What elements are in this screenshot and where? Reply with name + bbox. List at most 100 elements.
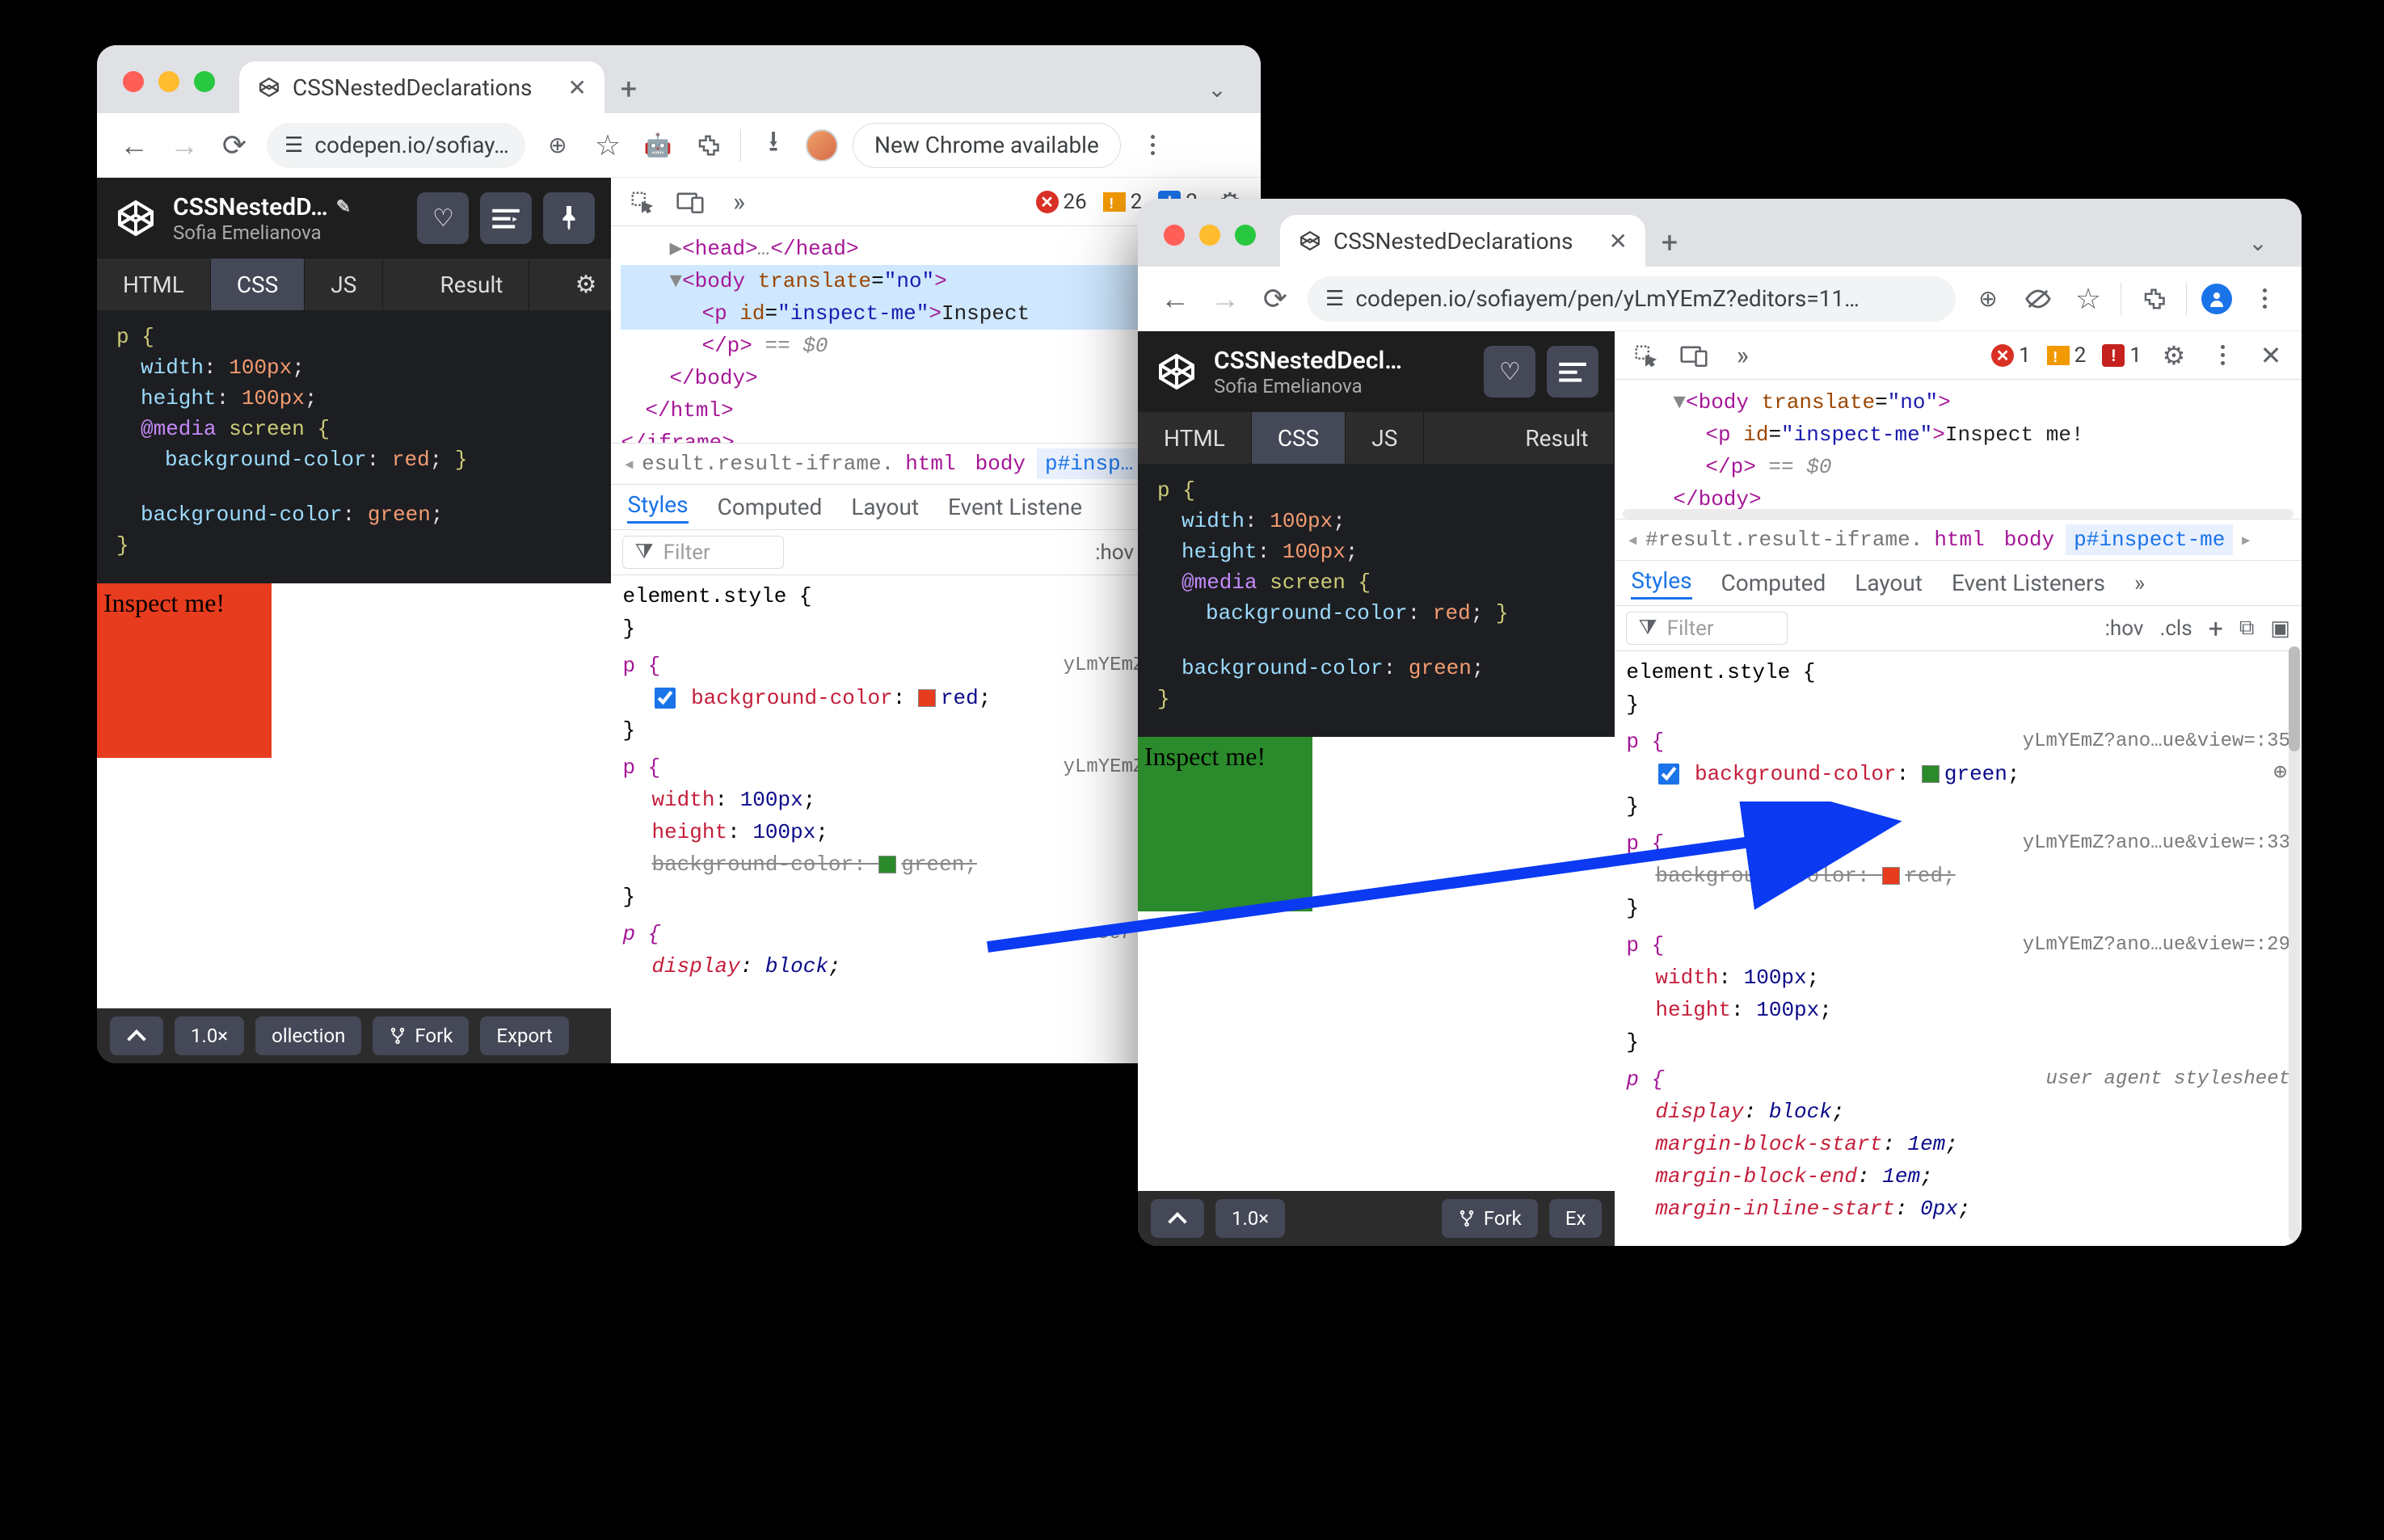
new-tab-button[interactable]: +: [1645, 218, 1694, 267]
hov-toggle[interactable]: :hov: [1095, 541, 1134, 565]
more-subtabs-icon[interactable]: »: [2134, 570, 2145, 596]
site-settings-icon[interactable]: ☰: [284, 133, 303, 158]
kebab-menu-icon[interactable]: [1135, 128, 1171, 163]
error-count[interactable]: ✕1: [1991, 343, 2031, 368]
hov-toggle[interactable]: :hov: [2105, 616, 2144, 641]
address-bar[interactable]: ☰ codepen.io/sofiayem/pen/yLmYEmZ?editor…: [1308, 276, 1956, 322]
settings-menu-button[interactable]: [1547, 346, 1598, 398]
close-tab-icon[interactable]: ✕: [1609, 228, 1628, 255]
chevron-down-icon[interactable]: ⌄: [2234, 218, 2282, 267]
subtab-styles[interactable]: Styles: [627, 491, 688, 524]
address-bar[interactable]: ☰ codepen.io/sofiay…: [267, 123, 525, 168]
styles-filter-input[interactable]: ⧩ Filter: [622, 536, 784, 569]
zoom-select[interactable]: 1.0×: [1215, 1199, 1285, 1238]
bookmark-icon[interactable]: ☆: [590, 128, 625, 163]
edit-title-icon[interactable]: ✎: [336, 197, 351, 217]
error-count[interactable]: ✕26: [1036, 190, 1087, 214]
color-swatch-icon[interactable]: [1922, 765, 1940, 783]
chevron-down-icon[interactable]: ⌄: [1193, 65, 1241, 113]
styles-filter-input[interactable]: ⧩ Filter: [1626, 612, 1788, 645]
browser-tab[interactable]: CSSNestedDeclarations ✕: [239, 61, 604, 113]
add-prop-icon[interactable]: ⊕: [2273, 758, 2287, 790]
close-window-icon[interactable]: [123, 71, 144, 92]
tab-js[interactable]: JS: [305, 259, 383, 310]
profile-avatar-icon[interactable]: [806, 129, 838, 162]
codepen-logo-icon[interactable]: [113, 196, 158, 241]
new-rule-icon[interactable]: +: [2209, 613, 2223, 644]
subtab-events[interactable]: Event Listene: [948, 494, 1082, 520]
copy-styles-icon[interactable]: ⧉: [2239, 616, 2255, 641]
reload-icon[interactable]: ⟳: [217, 128, 252, 163]
inspect-me-box[interactable]: Inspect me!: [1138, 737, 1312, 911]
forward-icon[interactable]: →: [166, 128, 202, 163]
minimize-window-icon[interactable]: [158, 71, 179, 92]
maximize-window-icon[interactable]: [1235, 225, 1256, 246]
minimize-window-icon[interactable]: [1199, 225, 1220, 246]
console-toggle-icon[interactable]: [110, 1016, 163, 1055]
reload-icon[interactable]: ⟳: [1257, 281, 1293, 317]
heart-button[interactable]: ♡: [417, 192, 469, 244]
tab-result[interactable]: Result: [1499, 412, 1615, 464]
export-button[interactable]: Export: [480, 1016, 568, 1055]
css-editor[interactable]: p { width: 100px; height: 100px; @media …: [97, 310, 611, 583]
warn-count[interactable]: !2: [1103, 190, 1143, 214]
devtools-kebab-icon[interactable]: [2206, 339, 2239, 372]
styles-rules[interactable]: element.style { } yLmYEmZ?ano…ue&view=:3…: [1615, 651, 2302, 1241]
warn-count[interactable]: !2: [2047, 343, 2087, 368]
tab-js[interactable]: JS: [1346, 412, 1424, 464]
back-icon[interactable]: ←: [1157, 281, 1193, 317]
export-button[interactable]: Ex: [1549, 1199, 1603, 1238]
pin-button[interactable]: [543, 192, 595, 244]
dom-tree[interactable]: ▼<body translate="no"> <p id="inspect-me…: [1615, 380, 2302, 509]
close-window-icon[interactable]: [1164, 225, 1185, 246]
info-count[interactable]: !1: [2102, 343, 2142, 368]
subtab-events[interactable]: Event Listeners: [1952, 570, 2105, 596]
extensions-icon[interactable]: [690, 128, 726, 163]
tab-css[interactable]: CSS: [211, 259, 305, 310]
console-toggle-icon[interactable]: [1151, 1199, 1204, 1238]
new-tab-button[interactable]: +: [604, 65, 653, 113]
inspect-element-icon[interactable]: [1629, 339, 1662, 372]
more-panels-icon[interactable]: »: [1726, 339, 1759, 372]
tab-html[interactable]: HTML: [1138, 412, 1252, 464]
site-settings-icon[interactable]: ☰: [1325, 287, 1344, 311]
zoom-icon[interactable]: ⊕: [540, 128, 575, 163]
forward-icon[interactable]: →: [1207, 281, 1243, 317]
devtools-scrollbar[interactable]: [2289, 646, 2300, 1241]
device-toggle-icon[interactable]: [674, 186, 706, 218]
color-swatch-icon[interactable]: [1882, 867, 1900, 885]
zoom-icon[interactable]: ⊕: [1970, 281, 2006, 317]
devtools-close-icon[interactable]: ✕: [2255, 339, 2287, 372]
tab-html[interactable]: HTML: [97, 259, 211, 310]
subtab-computed[interactable]: Computed: [718, 494, 823, 520]
fork-button[interactable]: Fork: [1442, 1199, 1538, 1238]
kebab-menu-icon[interactable]: [2247, 281, 2282, 317]
inspect-element-icon[interactable]: [625, 186, 658, 218]
robot-icon[interactable]: 🤖: [640, 128, 676, 163]
more-panels-icon[interactable]: »: [722, 186, 755, 218]
tab-result[interactable]: Result: [414, 259, 529, 310]
color-swatch-icon[interactable]: [918, 689, 936, 707]
css-editor[interactable]: p { width: 100px; height: 100px; @media …: [1138, 464, 1615, 737]
close-tab-icon[interactable]: ✕: [568, 74, 587, 101]
browser-tab[interactable]: CSSNestedDeclarations ✕: [1280, 215, 1645, 267]
layout-square-icon[interactable]: ▣: [2270, 616, 2290, 641]
codepen-logo-icon[interactable]: [1154, 349, 1199, 394]
inspect-me-box[interactable]: Inspect me!: [97, 583, 272, 758]
bookmark-icon[interactable]: ☆: [2070, 281, 2106, 317]
tab-settings-icon[interactable]: ⚙: [561, 259, 612, 310]
subtab-computed[interactable]: Computed: [1721, 570, 1826, 596]
profile-icon[interactable]: [2201, 284, 2232, 314]
back-icon[interactable]: ←: [116, 128, 152, 163]
prop-toggle[interactable]: [1658, 764, 1679, 785]
new-chrome-button[interactable]: New Chrome available: [853, 123, 1121, 168]
download-icon[interactable]: ⭳: [756, 128, 791, 163]
color-swatch-icon[interactable]: [878, 856, 896, 873]
collection-button[interactable]: ollection: [255, 1016, 361, 1055]
zoom-select[interactable]: 1.0×: [175, 1016, 244, 1055]
device-toggle-icon[interactable]: [1678, 339, 1710, 372]
fork-button[interactable]: Fork: [373, 1016, 469, 1055]
cls-toggle[interactable]: .cls: [2159, 616, 2192, 641]
dom-breadcrumb[interactable]: ◂ #result.result-iframe. html body p#ins…: [1615, 519, 2302, 561]
eye-closed-icon[interactable]: [2020, 281, 2056, 317]
